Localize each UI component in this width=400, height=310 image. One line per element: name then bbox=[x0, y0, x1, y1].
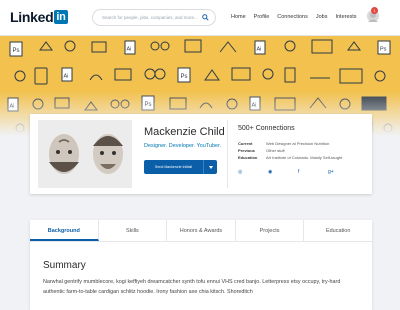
info-key: Education bbox=[238, 155, 258, 160]
tab-background[interactable]: Background bbox=[30, 220, 99, 241]
summary-heading: Summary bbox=[43, 260, 86, 271]
nav-jobs[interactable]: Jobs bbox=[316, 14, 328, 20]
tab-honors-awards[interactable]: Honors & Awards bbox=[167, 220, 236, 241]
top-navigation-bar: Linked in Search for people, jobs, compa… bbox=[0, 0, 400, 36]
nav-home[interactable]: Home bbox=[231, 14, 246, 20]
profile-tagline: Designer. Developer. YouTuber. bbox=[144, 143, 222, 149]
profile-photo[interactable] bbox=[38, 120, 132, 188]
profile-details-card: Background Skills Honors & Awards Projec… bbox=[30, 220, 372, 310]
search-input[interactable]: Search for people, jobs, companies, and … bbox=[92, 9, 216, 26]
search-icon[interactable] bbox=[202, 14, 209, 21]
dribbble-icon[interactable]: ◉ bbox=[268, 169, 298, 175]
info-row-previous: Previous Other stuff bbox=[238, 148, 285, 153]
nav-connections[interactable]: Connections bbox=[277, 14, 308, 20]
connections-count[interactable]: 500+ Connections bbox=[238, 125, 295, 132]
send-inmail-button[interactable]: Send Mackenzie InMail bbox=[144, 160, 203, 174]
facebook-icon[interactable]: f bbox=[298, 169, 328, 175]
tab-skills[interactable]: Skills bbox=[99, 220, 168, 241]
info-value: Other stuff bbox=[266, 148, 285, 153]
profile-tabs: Background Skills Honors & Awards Projec… bbox=[30, 220, 372, 242]
nav-profile[interactable]: Profile bbox=[254, 14, 270, 20]
info-key: Previous bbox=[238, 148, 255, 153]
notification-badge[interactable]: 1 bbox=[371, 7, 378, 14]
info-key: Current bbox=[238, 141, 253, 146]
info-value: Web Designer at Precision Nutrition bbox=[266, 141, 330, 146]
summary-text: Narwhal gentrify mumblecore, kogi keffiy… bbox=[43, 279, 341, 295]
card-divider bbox=[227, 120, 228, 188]
info-row-education: Education Art Institute of Colorado. Mai… bbox=[238, 155, 342, 160]
logo-text: Linked bbox=[10, 9, 54, 25]
tab-projects[interactable]: Projects bbox=[236, 220, 305, 241]
main-nav: Home Profile Connections Jobs Interests bbox=[231, 14, 365, 20]
social-links: ◎ ◉ f g+ bbox=[238, 169, 358, 175]
info-value: Art Institute of Colorado. Mainly Self-t… bbox=[266, 155, 343, 160]
linkedin-logo[interactable]: Linked in bbox=[10, 9, 68, 25]
send-options-dropdown[interactable] bbox=[203, 160, 217, 174]
nav-interests[interactable]: Interests bbox=[335, 14, 356, 20]
profile-name: Mackenzie Child bbox=[144, 126, 225, 138]
info-row-current: Current Web Designer at Precision Nutrit… bbox=[238, 141, 329, 146]
google-plus-icon[interactable]: g+ bbox=[328, 169, 358, 175]
tab-education[interactable]: Education bbox=[304, 220, 372, 241]
profile-photo-image bbox=[38, 120, 132, 188]
logo-in-mark: in bbox=[54, 10, 68, 24]
profile-card: Mackenzie Child Designer. Developer. You… bbox=[30, 114, 372, 194]
search-placeholder: Search for people, jobs, companies, and … bbox=[102, 15, 198, 20]
instagram-icon[interactable]: ◎ bbox=[238, 169, 268, 175]
